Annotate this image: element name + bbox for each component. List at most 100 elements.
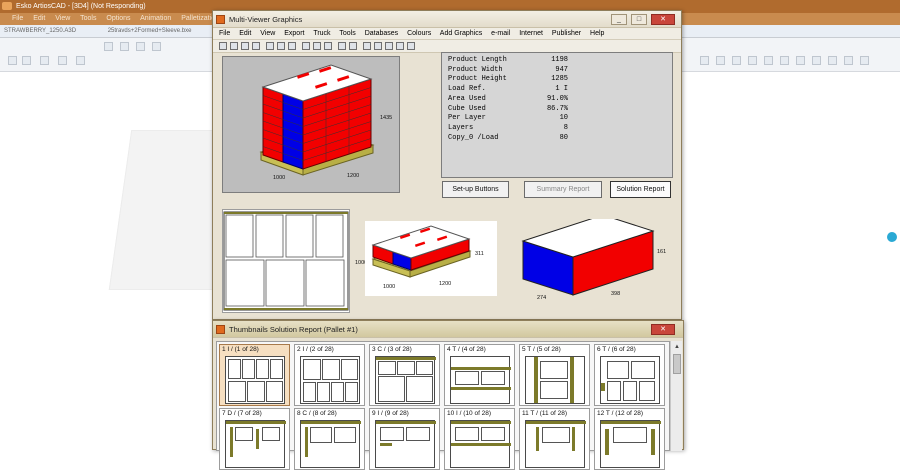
thumbnail-item[interactable]: 10 I / (10 of 28) [444, 408, 515, 470]
menu-edit[interactable]: Edit [239, 30, 251, 37]
report-value: 1198 [551, 56, 568, 64]
bg-tool-icon[interactable] [828, 56, 837, 65]
globe-icon[interactable] [385, 42, 393, 50]
pallet-3d-view[interactable]: 1435 1000 1200 [222, 56, 400, 193]
bg-tool-icon[interactable] [58, 56, 67, 65]
bg-menu-edit[interactable]: Edit [33, 15, 45, 22]
bg-tool-icon[interactable] [812, 56, 821, 65]
setup-buttons-button[interactable]: Set-up Buttons [442, 181, 509, 198]
zoom-icon[interactable] [324, 42, 332, 50]
bg-tab-sleeve[interactable]: 25travds+2Formed+Sleeve.bxe [108, 28, 192, 34]
bg-menu-file[interactable]: File [12, 15, 23, 22]
bg-tool-icon[interactable] [76, 56, 85, 65]
thumbnail-item[interactable]: 9 I / (9 of 28) [369, 408, 440, 470]
thumbnail-item[interactable]: 7 D / (7 of 28) [219, 408, 290, 470]
main-height-dim: 1435 [380, 115, 393, 121]
report-label: Per Layer [448, 114, 486, 123]
image-icon[interactable] [302, 42, 310, 50]
thumbnail-item[interactable]: 1 I / (1 of 28) [219, 344, 290, 406]
truck-icon[interactable] [277, 42, 285, 50]
maximize-button[interactable]: □ [631, 14, 647, 25]
info-icon[interactable] [887, 232, 897, 242]
report-value: 10 [559, 114, 568, 123]
thumbnail-item[interactable]: 8 C / (8 of 28) [294, 408, 365, 470]
bg-menu-animation[interactable]: Animation [140, 15, 171, 22]
bg-tool-icon[interactable] [844, 56, 853, 65]
report-value: 1 I [555, 85, 568, 94]
report-row: Product Height 1285 [448, 75, 666, 85]
menu-email[interactable]: e-mail [491, 30, 510, 37]
report-label: Product Width [448, 65, 503, 74]
report-row: Load Ref. 1 I [448, 85, 666, 95]
thumbnail-item[interactable]: 12 T / (12 of 28) [594, 408, 665, 470]
bg-tool-icon[interactable] [22, 56, 31, 65]
thumbnail-layout [525, 420, 586, 468]
bg-tool-icon[interactable] [716, 56, 725, 65]
menu-tools[interactable]: Tools [339, 30, 355, 37]
thumbnail-item[interactable]: 2 I / (2 of 28) [294, 344, 365, 406]
thumbnails-titlebar[interactable]: Thumbnails Solution Report (Pallet #1) ✕ [213, 321, 683, 338]
bg-tool-icon[interactable] [764, 56, 773, 65]
settings-icon[interactable] [374, 42, 382, 50]
undo-icon[interactable] [363, 42, 371, 50]
multiviewer-window: Multi-Viewer Graphics _ □ ✕ File Edit Vi… [212, 10, 682, 320]
layer-icon[interactable] [288, 42, 296, 50]
bg-menu-options[interactable]: Options [106, 15, 130, 22]
summary-report-button[interactable]: Summary Report [524, 181, 602, 198]
help-icon[interactable] [407, 42, 415, 50]
bg-tool-icon[interactable] [732, 56, 741, 65]
menu-truck[interactable]: Truck [313, 30, 330, 37]
thumbnail-item[interactable]: 11 T / (11 of 28) [519, 408, 590, 470]
bg-tool-icon[interactable] [8, 56, 17, 65]
bg-menu-tools[interactable]: Tools [80, 15, 96, 22]
multiviewer-titlebar[interactable]: Multi-Viewer Graphics _ □ ✕ [213, 11, 681, 28]
thumbnail-layout [225, 420, 286, 468]
solution-report-button[interactable]: Solution Report [610, 181, 671, 198]
app-icon [216, 15, 225, 24]
bg-tab-strawberry[interactable]: STRAWBERRY_1250.A3D [4, 28, 76, 34]
menu-internet[interactable]: Internet [519, 30, 543, 37]
thumbnail-item[interactable]: 5 T / (5 of 28) [519, 344, 590, 406]
menu-view[interactable]: View [260, 30, 275, 37]
thumbnail-item[interactable]: 4 T / (4 of 28) [444, 344, 515, 406]
arrow-left-icon[interactable] [338, 42, 346, 50]
menu-colours[interactable]: Colours [407, 30, 431, 37]
report-row: Area Used 91.0% [448, 95, 666, 105]
bg-menu-view[interactable]: View [55, 15, 70, 22]
bg-tool-icon[interactable] [860, 56, 869, 65]
arrow-right-icon[interactable] [349, 42, 357, 50]
bg-tool-icon[interactable] [152, 42, 161, 51]
pallet-icon[interactable] [266, 42, 274, 50]
new-icon[interactable] [219, 42, 227, 50]
book-icon[interactable] [396, 42, 404, 50]
bg-tool-icon[interactable] [104, 42, 113, 51]
bg-tool-icon[interactable] [136, 42, 145, 51]
bg-tool-icon[interactable] [700, 56, 709, 65]
close-button[interactable]: ✕ [651, 324, 675, 335]
bg-tool-icon[interactable] [40, 56, 49, 65]
layer3d-width-dim: 1000 [383, 284, 396, 290]
report-value: 947 [555, 65, 568, 74]
scrollbar-thumb[interactable] [673, 354, 681, 374]
scroll-up-icon[interactable]: ▲ [672, 342, 682, 352]
menu-add-graphics[interactable]: Add Graphics [440, 30, 482, 37]
print-icon[interactable] [241, 42, 249, 50]
menu-help[interactable]: Help [590, 30, 604, 37]
chart-icon[interactable] [313, 42, 321, 50]
thumbnail-item[interactable]: 3 C / (3 of 28) [369, 344, 440, 406]
close-button[interactable]: ✕ [651, 14, 675, 25]
bg-tool-icon[interactable] [780, 56, 789, 65]
menu-publisher[interactable]: Publisher [552, 30, 581, 37]
thumbnail-item[interactable]: 6 T / (6 of 28) [594, 344, 665, 406]
menu-databases[interactable]: Databases [365, 30, 398, 37]
layer-plan-view: 1000 [222, 209, 367, 313]
menu-file[interactable]: File [219, 30, 230, 37]
bg-tool-icon[interactable] [748, 56, 757, 65]
preview-icon[interactable] [252, 42, 260, 50]
bg-tool-icon[interactable] [120, 42, 129, 51]
minimize-button[interactable]: _ [611, 14, 627, 25]
thumbnails-scrollbar[interactable]: ▲ [670, 341, 682, 451]
bg-tool-icon[interactable] [796, 56, 805, 65]
save-icon[interactable] [230, 42, 238, 50]
menu-export[interactable]: Export [284, 30, 304, 37]
